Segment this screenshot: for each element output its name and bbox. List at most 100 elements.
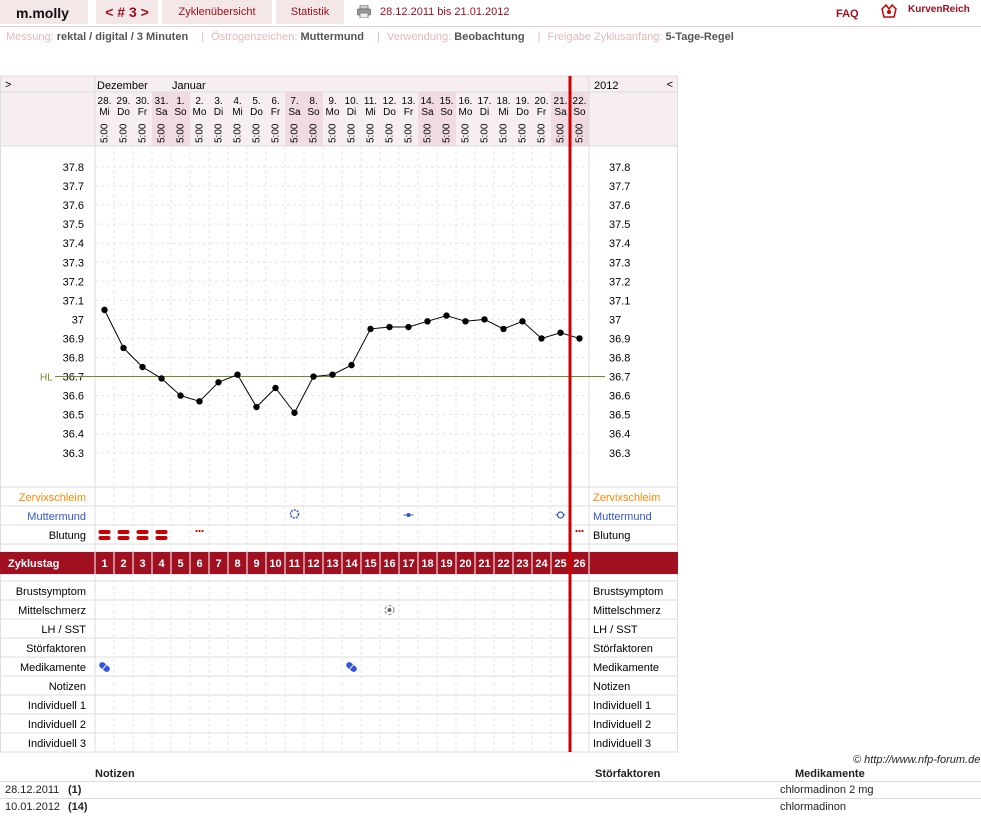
row-date: 10.01.2012 (5, 801, 61, 813)
row-label-left: LH / SST (41, 624, 86, 636)
bleeding-spot-mark (581, 529, 584, 533)
credit-text: © http://www.nfp-forum.de (853, 754, 981, 766)
temperature-point (538, 335, 545, 342)
row-day: (1) (68, 784, 82, 796)
day-time-label: 5:00 (366, 123, 377, 143)
medi-header: Medikamente (795, 768, 865, 780)
cycle-day-number: 24 (535, 558, 548, 570)
day-time-label: 5:00 (271, 123, 282, 143)
y-tick-label-right: 36.5 (609, 410, 630, 422)
day-weekday-label: Do (117, 107, 130, 118)
day-date-label: 2. (195, 96, 203, 107)
right-marker: < (667, 79, 673, 91)
cycle-day-number: 7 (215, 558, 221, 570)
cycle-day-number: 11 (289, 558, 301, 570)
row-date: 28.12.2011 (5, 784, 60, 796)
temperature-point (500, 325, 507, 333)
day-time-label: 5:00 (404, 123, 415, 143)
day-date-label: 14. (421, 96, 435, 107)
y-tick-label-left: 36.3 (63, 448, 84, 460)
day-time-label: 5:00 (252, 123, 263, 143)
day-weekday-label: So (307, 107, 320, 118)
day-date-label: 21. (554, 96, 568, 107)
day-weekday-label: Sa (288, 107, 301, 118)
row-label-left: Medikamente (20, 662, 86, 674)
day-date-label: 3. (214, 96, 222, 107)
day-weekday-label: Mo (193, 107, 207, 118)
y-tick-label-left: 37 (72, 314, 84, 326)
temperature-point (120, 344, 127, 352)
y-tick-label-right: 37.7 (609, 181, 630, 193)
y-tick-label-right: 36.7 (609, 372, 630, 384)
row-label-left: Zervixschleim (19, 492, 86, 504)
temperature-point (519, 318, 526, 325)
day-date-label: 1. (176, 96, 184, 107)
cycle-day-number: 2 (120, 558, 126, 570)
day-time-label: 5:00 (176, 123, 187, 143)
day-date-label: 10. (345, 96, 359, 107)
day-time-label: 5:00 (480, 123, 491, 143)
row-medi: chlormadinon (780, 801, 847, 813)
day-time-label: 5:00 (290, 123, 301, 143)
y-tick-label-left: 36.6 (63, 391, 84, 403)
bleeding-heavy-mark (98, 536, 111, 540)
cycle-day-number: 6 (196, 558, 202, 570)
temperature-point (367, 325, 374, 333)
day-date-label: 15. (440, 96, 454, 107)
day-date-label: 29. (117, 96, 131, 107)
day-date-label: 12. (383, 96, 397, 107)
day-time-label: 5:00 (423, 123, 434, 143)
temperature-point (101, 306, 108, 314)
day-time-label: 5:00 (157, 123, 168, 143)
row-label-right: Individuell 3 (593, 738, 651, 750)
day-weekday-label: Mi (99, 107, 110, 118)
day-weekday-label: So (440, 107, 453, 118)
day-time-label: 5:00 (537, 123, 548, 143)
day-date-label: 11. (364, 96, 377, 107)
row-label-left: Individuell 1 (28, 700, 86, 712)
cycle-day-number: 16 (383, 558, 395, 570)
table-row: 10.01.2012 (14) chlormadinon (0, 798, 981, 815)
day-weekday-label: So (174, 107, 187, 118)
y-tick-label-right: 37.2 (609, 276, 630, 288)
y-tick-label-left: 36.8 (63, 353, 84, 365)
day-date-label: 30. (136, 96, 150, 107)
cycle-day-number: 14 (345, 558, 358, 570)
y-tick-label-left: 36.4 (63, 429, 84, 441)
day-date-label: 28. (98, 96, 112, 107)
row-label-left: Muttermund (27, 511, 86, 523)
row-label-left: Notizen (49, 681, 86, 693)
y-tick-label-right: 37.3 (609, 257, 630, 269)
day-weekday-label: Mi (365, 107, 376, 118)
cycle-day-number: 10 (269, 558, 281, 570)
notes-header: Notizen (95, 768, 135, 780)
day-time-label: 5:00 (385, 123, 396, 143)
hl-label: HL (40, 373, 53, 384)
day-weekday-label: Di (347, 107, 356, 118)
cycle-day-number: 23 (516, 558, 528, 570)
cycle-day-number: 5 (177, 558, 183, 570)
cycle-day-number: 22 (497, 558, 509, 570)
temperature-point (329, 371, 336, 378)
day-weekday-label: Sa (421, 107, 434, 118)
bleeding-heavy-mark (98, 530, 111, 534)
day-time-label: 5:00 (195, 123, 206, 143)
day-weekday-label: Fr (271, 107, 281, 118)
y-tick-label-left: 37.6 (63, 200, 84, 212)
row-medi: chlormadinon 2 mg (780, 784, 874, 796)
row-label-right: Muttermund (593, 511, 652, 523)
y-tick-label-left: 36.9 (63, 333, 84, 345)
day-time-label: 5:00 (328, 123, 339, 143)
temperature-point (462, 318, 469, 325)
temperature-point (196, 398, 203, 405)
bleeding-spot-mark (575, 529, 578, 533)
cycle-day-number: 13 (326, 558, 338, 570)
temperature-point (310, 373, 317, 380)
cycle-day-number: 20 (459, 558, 471, 570)
day-date-label: 20. (535, 96, 549, 107)
y-tick-label-left: 37.5 (63, 219, 84, 231)
row-day: (14) (68, 801, 88, 813)
cervix-open-mark (289, 509, 300, 519)
temperature-point (576, 335, 583, 342)
cycle-day-number: 12 (307, 558, 319, 570)
